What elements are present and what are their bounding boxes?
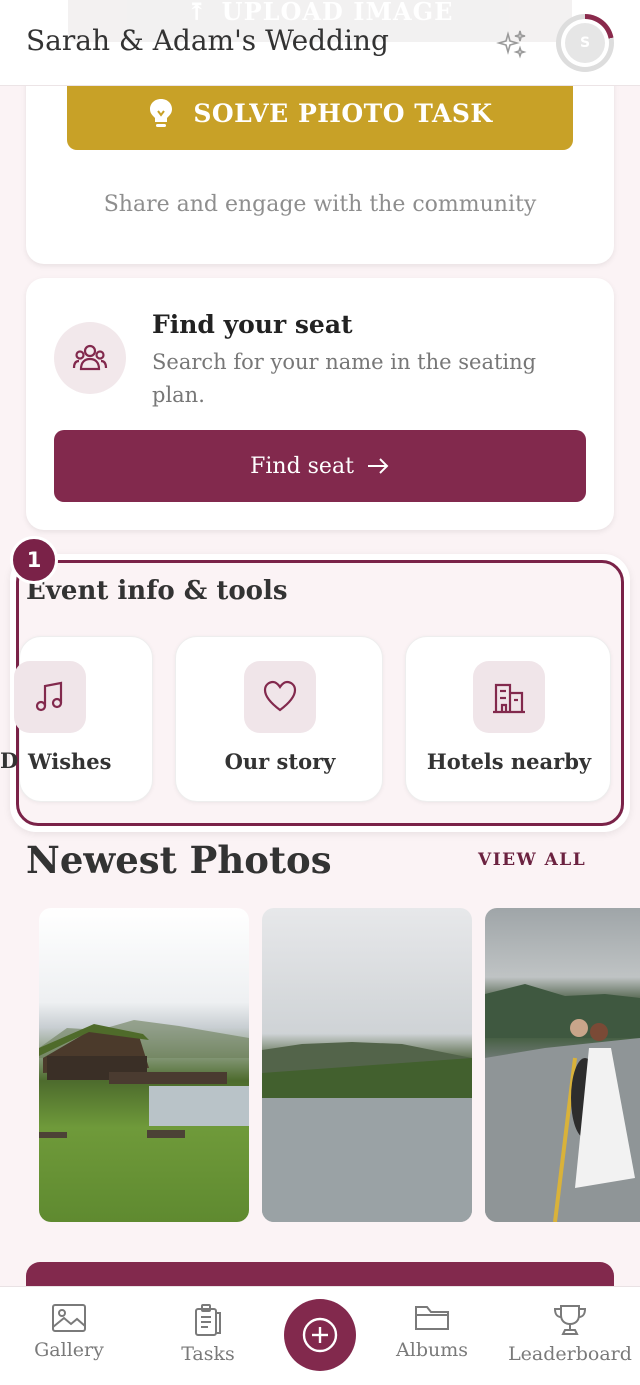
nav-gallery-label: Gallery: [34, 1339, 104, 1361]
nav-albums[interactable]: Albums: [386, 1287, 478, 1385]
plus-circle-icon: [302, 1317, 338, 1353]
trophy-icon: [553, 1305, 587, 1335]
hotel-icon: [473, 661, 545, 733]
music-note-icon: [14, 661, 86, 733]
photo-thumbnail[interactable]: [262, 908, 472, 1222]
tool-label-our-story: Our story: [224, 749, 336, 774]
nav-albums-label: Albums: [396, 1339, 468, 1361]
image-icon: [52, 1304, 86, 1332]
people-icon: [54, 322, 126, 394]
add-photo-button[interactable]: [284, 1299, 356, 1371]
photo-thumbnail[interactable]: [39, 908, 249, 1222]
find-seat-label: Find seat: [250, 453, 354, 479]
seat-description: Search for your name in the seating plan…: [152, 350, 537, 407]
avatar-ring: S: [561, 19, 609, 67]
page-title: Sarah & Adam's Wedding: [26, 24, 389, 57]
task-subtitle: Share and engage with the community: [103, 192, 537, 217]
tool-label-wishes: Wishes: [28, 749, 112, 774]
seat-title: Find your seat: [152, 310, 353, 339]
event-tools-title: Event info & tools: [26, 576, 288, 606]
nav-tasks[interactable]: Tasks: [164, 1287, 252, 1385]
solve-label: SOLVE PHOTO TASK: [193, 98, 493, 128]
folder-icon: [415, 1306, 449, 1330]
nav-tasks-label: Tasks: [181, 1343, 235, 1365]
upload-icon: ⤒: [186, 0, 208, 26]
upload-label: UPLOAD IMAGE: [221, 0, 454, 26]
clipboard-icon: [195, 1304, 221, 1336]
heart-icon: [244, 661, 316, 733]
tool-card-hotels-nearby[interactable]: Hotels nearby: [405, 636, 611, 802]
app-header: ⤒ UPLOAD IMAGE Sarah & Adam's Wedding S: [0, 0, 640, 86]
sparkle-icon[interactable]: [496, 28, 528, 60]
clipped-tool-label: D: [0, 748, 19, 773]
tool-label-hotels-nearby: Hotels nearby: [426, 749, 592, 774]
step-badge: 1: [10, 536, 58, 584]
tool-card-our-story[interactable]: Our story: [175, 636, 383, 802]
nav-leaderboard-label: Leaderboard: [508, 1343, 632, 1365]
solve-photo-task-button[interactable]: SOLVE PHOTO TASK: [67, 76, 573, 150]
tool-card-wishes[interactable]: Wishes: [14, 636, 153, 802]
arrow-right-icon: [367, 458, 389, 474]
newest-photos-title: Newest Photos: [26, 838, 332, 882]
view-all-link[interactable]: VIEW ALL: [478, 850, 586, 870]
photo-thumbnail[interactable]: [485, 908, 640, 1222]
nav-leaderboard[interactable]: Leaderboard: [508, 1287, 632, 1385]
avatar-initial: S: [565, 23, 605, 63]
find-seat-button[interactable]: Find seat: [54, 430, 586, 502]
lightbulb-icon: [150, 99, 173, 127]
nav-gallery[interactable]: Gallery: [24, 1287, 114, 1385]
avatar[interactable]: S: [556, 14, 614, 72]
